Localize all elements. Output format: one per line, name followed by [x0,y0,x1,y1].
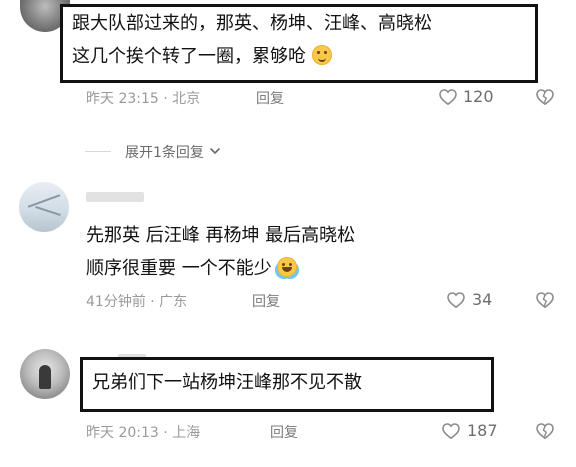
expand-replies-button[interactable]: 展开1条回复 [125,142,222,162]
comment-text-line-2: 顺序很重要 一个不能少 [86,257,298,280]
reply-button[interactable]: 回复 [270,422,298,442]
comment-3: 兄弟们下一站杨坤汪峰那不见不散 昨天 20:13 · 上海 回复 187 [0,338,576,467]
comment-text-line-1: 跟大队部过来的，那英、杨坤、汪峰、高晓松 [72,13,432,34]
heart-outline-icon[interactable] [446,291,466,309]
comment-text-line-2-text: 顺序很重要 一个不能少 [86,258,272,279]
comment-text-line-2-text: 这几个挨个转了一圈，累够呛 [72,46,306,67]
expand-divider [85,151,111,152]
broken-heart-icon[interactable] [535,291,555,309]
laughing-tears-face-icon [277,257,298,277]
comment-meta: 昨天 20:13 · 上海 [86,425,201,441]
comment-text-line-1: 兄弟们下一站杨坤汪峰那不见不散 [92,372,362,393]
comment-meta: 41分钟前 · 广东 [86,294,188,310]
avatar-branch [35,206,61,216]
comment-1: 跟大队部过来的，那英、杨坤、汪峰、高晓松 这几个挨个转了一圈，累够呛 昨天 23… [0,0,576,168]
broken-heart-icon[interactable] [535,88,555,106]
heart-outline-icon[interactable] [441,422,461,440]
comment-meta: 昨天 23:15 · 北京 [86,91,201,107]
chevron-down-icon [208,144,222,158]
avatar[interactable] [19,182,69,232]
reply-button[interactable]: 回复 [252,291,280,311]
avatar[interactable] [20,349,70,399]
username-blur [86,192,144,202]
comment-text-line-1: 先那英 后汪峰 再杨坤 最后高晓松 [86,225,356,246]
heart-outline-icon[interactable] [438,88,458,106]
reply-button[interactable]: 回复 [256,88,284,108]
comment-text-line-2: 这几个挨个转了一圈，累够呛 [72,45,332,68]
avatar-branch [27,194,61,208]
smiling-face-icon [311,45,332,65]
expand-replies-label: 展开1条回复 [125,145,204,161]
like-count: 34 [472,290,493,309]
like-count: 120 [463,87,494,106]
like-count: 187 [467,421,498,440]
comment-2: 先那英 后汪峰 再杨坤 最后高晓松 顺序很重要 一个不能少 41分钟前 · 广东… [0,168,576,338]
avatar-figure [39,365,51,389]
broken-heart-icon[interactable] [535,422,555,440]
